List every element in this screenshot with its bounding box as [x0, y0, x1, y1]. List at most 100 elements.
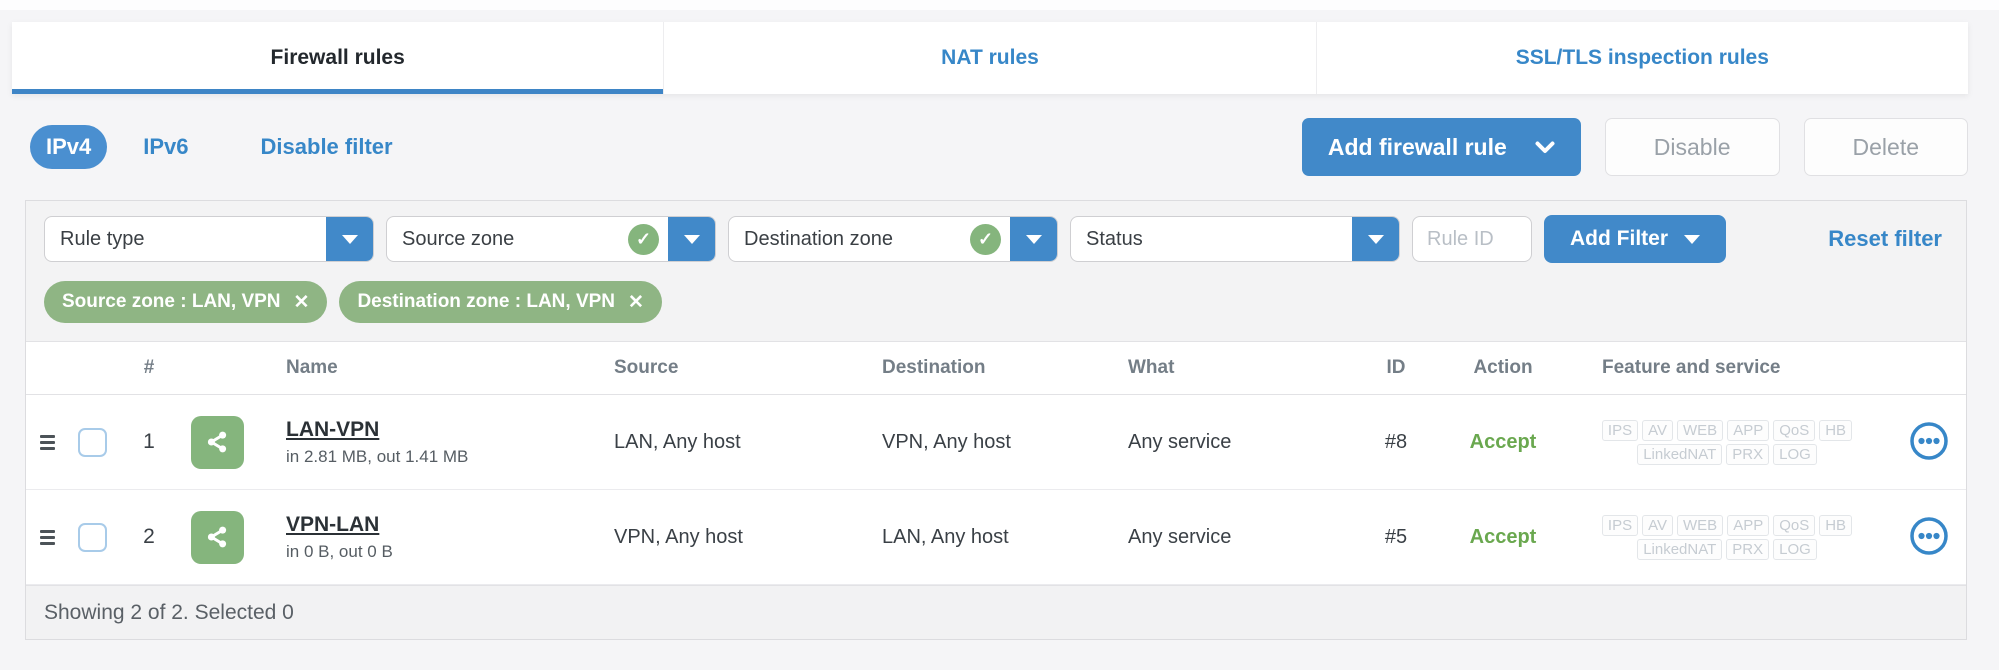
destination-zone-dropdown[interactable]: Destination zone ✓: [728, 216, 1058, 262]
badge-log: LOG: [1773, 538, 1817, 560]
reset-filter-link[interactable]: Reset filter: [1828, 226, 1948, 252]
table-row: 2 VPN-LAN in 0 B, out 0 B VPN, Any host …: [26, 490, 1966, 585]
row-checkbox[interactable]: [77, 522, 107, 552]
rule-action: Accept: [1469, 525, 1537, 548]
table-header-row: # Name Source Destination What ID Action…: [26, 341, 1966, 395]
add-firewall-rule-label: Add firewall rule: [1327, 133, 1507, 160]
controls-row: IPv4 IPv6 Disable filter Add firewall ru…: [30, 118, 1968, 176]
badge-ips: IPS: [1601, 419, 1639, 441]
status-dropdown[interactable]: Status: [1070, 216, 1400, 262]
row-menu-button[interactable]: [1909, 516, 1949, 559]
filter-chip-label: Destination zone : LAN, VPN: [357, 291, 616, 312]
badge-prx: PRX: [1726, 443, 1770, 465]
ipv6-toggle[interactable]: IPv6: [143, 134, 188, 160]
add-filter-label: Add Filter: [1570, 227, 1668, 250]
ellipsis-menu-icon: [1910, 516, 1948, 555]
badge-av: AV: [1642, 514, 1674, 536]
badge-hb: HB: [1819, 514, 1853, 536]
rule-name-link[interactable]: VPN-LAN: [286, 513, 379, 537]
rule-name-link[interactable]: LAN-VPN: [286, 418, 379, 442]
header-feature-and-service: Feature and service: [1602, 357, 1781, 378]
row-number: 1: [143, 430, 155, 453]
rule-action: Accept: [1469, 430, 1537, 453]
drag-handle-icon[interactable]: [40, 434, 64, 450]
rule-type-dropdown[interactable]: Rule type: [44, 216, 374, 262]
add-filter-button[interactable]: Add Filter: [1544, 215, 1726, 263]
showing-status-text: Showing 2 of 2. Selected 0: [44, 600, 294, 624]
badge-web: WEB: [1677, 419, 1724, 441]
header-id: ID: [1386, 357, 1406, 378]
rule-source: LAN, Any host: [614, 430, 741, 453]
drag-handle-icon[interactable]: [40, 529, 64, 545]
badge-web: WEB: [1677, 514, 1724, 536]
rule-source: VPN, Any host: [614, 525, 743, 548]
source-zone-dropdown[interactable]: Source zone ✓: [386, 216, 716, 262]
tab-firewall-rules[interactable]: Firewall rules: [12, 22, 664, 94]
feature-badges: IPS AV WEB APP QoS HB LinkedNAT PRX LOG: [1562, 514, 1892, 560]
feature-badges: IPS AV WEB APP QoS HB LinkedNAT PRX LOG: [1562, 419, 1892, 465]
table-row: 1 LAN-VPN in 2.81 MB, out 1.41 MB LAN, A…: [26, 395, 1966, 490]
header-name: Name: [286, 357, 338, 378]
badge-ips: IPS: [1601, 514, 1639, 536]
disable-button[interactable]: Disable: [1604, 118, 1780, 176]
destination-zone-dropdown-label: Destination zone: [744, 227, 893, 250]
rule-destination: VPN, Any host: [882, 430, 1011, 453]
share-rule-icon: [190, 415, 244, 469]
badge-av: AV: [1642, 419, 1674, 441]
chevron-down-icon: [1010, 217, 1057, 261]
rule-traffic: in 2.81 MB, out 1.41 MB: [286, 446, 469, 466]
remove-filter-icon[interactable]: ✕: [628, 293, 644, 312]
tab-nat-rules[interactable]: NAT rules: [663, 22, 1315, 94]
status-dropdown-label: Status: [1086, 227, 1143, 250]
badge-prx: PRX: [1726, 538, 1770, 560]
tab-ssl-tls-inspection-rules[interactable]: SSL/TLS inspection rules: [1315, 22, 1968, 94]
rule-id-input[interactable]: [1412, 216, 1532, 262]
rule-what: Any service: [1128, 525, 1232, 548]
top-strip: [0, 0, 1999, 10]
chevron-down-icon: [326, 217, 373, 261]
filter-bar: Rule type Source zone ✓ Destination zone…: [26, 201, 1966, 271]
chevron-down-icon: [1684, 234, 1700, 244]
row-menu-button[interactable]: [1909, 421, 1949, 464]
ellipsis-menu-icon: [1910, 421, 1948, 460]
source-zone-dropdown-label: Source zone: [402, 227, 515, 250]
chevron-down-icon: [1535, 141, 1555, 153]
rule-id: #8: [1384, 430, 1408, 453]
table-footer: Showing 2 of 2. Selected 0: [26, 585, 1966, 639]
filter-chip-label: Source zone : LAN, VPN: [62, 291, 281, 312]
firewall-rules-panel: Rule type Source zone ✓ Destination zone…: [25, 200, 1967, 640]
badge-qos: QoS: [1773, 514, 1816, 536]
badge-app: APP: [1727, 514, 1770, 536]
check-circle-icon: ✓: [970, 223, 1001, 255]
badge-log: LOG: [1773, 443, 1817, 465]
header-destination: Destination: [882, 357, 986, 378]
header-action: Action: [1473, 357, 1533, 378]
rule-what: Any service: [1128, 430, 1232, 453]
chevron-down-icon: [1352, 217, 1399, 261]
rule-destination: LAN, Any host: [882, 525, 1009, 548]
row-checkbox[interactable]: [77, 427, 107, 457]
header-what: What: [1128, 357, 1175, 378]
check-circle-icon: ✓: [628, 223, 659, 255]
tab-bar: Firewall rules NAT rules SSL/TLS inspect…: [12, 22, 1968, 94]
chevron-down-icon: [668, 217, 715, 261]
badge-qos: QoS: [1773, 419, 1816, 441]
disable-filter-link[interactable]: Disable filter: [261, 134, 393, 160]
header-source: Source: [614, 357, 679, 378]
rule-id: #5: [1384, 525, 1408, 548]
remove-filter-icon[interactable]: ✕: [294, 293, 310, 312]
badge-linkednat: LinkedNAT: [1637, 538, 1723, 560]
filter-chip-source-zone: Source zone : LAN, VPN ✕: [44, 281, 328, 323]
filter-chip-destination-zone: Destination zone : LAN, VPN ✕: [339, 281, 662, 323]
header-number: #: [143, 357, 155, 378]
add-firewall-rule-button[interactable]: Add firewall rule: [1301, 118, 1581, 176]
rule-type-dropdown-label: Rule type: [60, 227, 145, 250]
badge-app: APP: [1727, 419, 1770, 441]
delete-button[interactable]: Delete: [1803, 118, 1968, 176]
ipv4-toggle[interactable]: IPv4: [30, 125, 108, 169]
rule-traffic: in 0 B, out 0 B: [286, 541, 393, 561]
active-filter-chips: Source zone : LAN, VPN ✕ Destination zon…: [26, 271, 1966, 341]
badge-linkednat: LinkedNAT: [1637, 443, 1723, 465]
row-number: 2: [143, 525, 155, 548]
share-rule-icon: [190, 510, 244, 564]
